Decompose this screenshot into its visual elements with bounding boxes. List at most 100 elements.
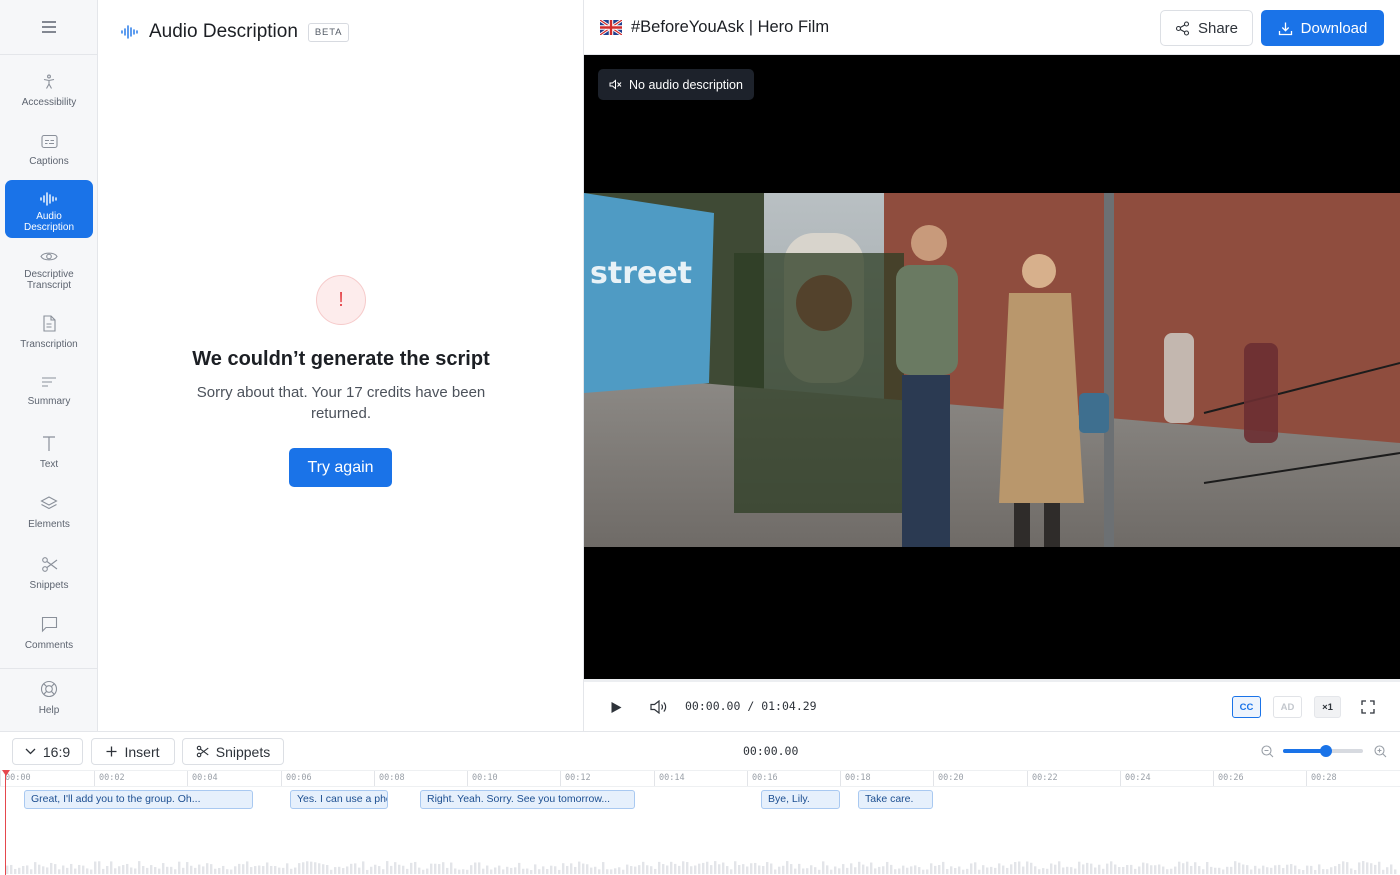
sidebar-item-captions[interactable]: Captions (5, 122, 93, 180)
snippets-button[interactable]: Snippets (182, 738, 284, 765)
sidebar-item-snippets[interactable]: Snippets (5, 544, 93, 602)
waveform-bar (1138, 866, 1141, 874)
caption-clip[interactable]: Right. Yeah. Sorry. See you tomorrow... (420, 790, 635, 809)
audio-description-toggle[interactable]: AD (1273, 696, 1302, 718)
video-player[interactable]: No audio description street (584, 55, 1400, 679)
waveform-bar (802, 868, 805, 874)
waveform-bar (454, 868, 457, 874)
sidebar-item-accessibility[interactable]: Accessibility (5, 62, 93, 120)
waveform-bar (898, 868, 901, 874)
error-title: We couldn’t generate the script (192, 348, 490, 370)
aspect-ratio-select[interactable]: 16:9 (12, 738, 83, 765)
waveform-bar (518, 862, 521, 874)
sidebar-item-summary[interactable]: Summary (5, 363, 93, 421)
waveform-bar (850, 863, 853, 874)
timeline: 16:9 Insert Snippets 00:00.00 00:00 00:0… (0, 731, 1400, 875)
waveform-bar (630, 866, 633, 874)
waveform-bar (866, 866, 869, 874)
sidebar-item-label: Descriptive Transcript (24, 269, 74, 291)
playback-speed[interactable]: ×1 (1314, 696, 1341, 718)
download-button[interactable]: Download (1261, 10, 1384, 46)
try-again-button[interactable]: Try again (289, 448, 392, 487)
waveform-bar (846, 867, 849, 874)
waveform-bar (290, 868, 293, 874)
waveform-bar (506, 866, 509, 874)
sidebar-item-descriptive-transcript[interactable]: Descriptive Transcript (5, 238, 93, 296)
caption-clip[interactable]: Yes. I can use a phone (290, 790, 388, 809)
error-message: Sorry about that. Your 17 credits have b… (196, 384, 486, 422)
waveform-bar (858, 861, 861, 874)
sidebar-item-label: Transcription (20, 339, 78, 350)
waveform-bar (782, 865, 785, 874)
waveform-bar (718, 864, 721, 874)
waveform-bar (1346, 862, 1349, 874)
waveform-bar (410, 862, 413, 874)
waveform-bar (758, 865, 761, 874)
text-icon (43, 436, 55, 451)
caption-clip[interactable]: Bye, Lily. (761, 790, 840, 809)
waveform-bar (214, 868, 217, 874)
play-button[interactable] (606, 697, 626, 717)
waveform-bar (306, 861, 309, 874)
sidebar-item-label: Snippets (29, 580, 69, 591)
playhead[interactable] (5, 770, 6, 875)
waveform-bar (74, 868, 77, 874)
playhead-handle[interactable] (2, 770, 10, 776)
caption-clip[interactable]: Take care. (858, 790, 933, 809)
waveform-bar (1030, 862, 1033, 874)
waveform-bar (710, 865, 713, 874)
caption-clip[interactable]: Great, I'll add you to the group. Oh... (24, 790, 253, 809)
waveform-bar (1350, 868, 1353, 874)
waveform-bar (286, 863, 289, 874)
waveform-bar (1038, 869, 1041, 874)
waveform-bar (1006, 867, 1009, 874)
waveform-bar (1386, 867, 1389, 874)
waveform-bar (606, 869, 609, 874)
sidebar-item-elements[interactable]: Elements (5, 484, 93, 542)
insert-button[interactable]: Insert (91, 738, 175, 765)
waveform-bar (326, 865, 329, 874)
waveform-bar (1218, 867, 1221, 874)
ruler-tick: 00:20 (933, 771, 964, 786)
ruler-tick: 00:18 (840, 771, 871, 786)
waveform-bar (122, 865, 125, 874)
waveform-bar (994, 867, 997, 874)
sidebar-item-transcription[interactable]: Transcription (5, 303, 93, 361)
zoom-in-button[interactable] (1372, 743, 1388, 759)
waveform-bar (954, 867, 957, 874)
current-time: 00:00.00 (685, 699, 741, 713)
time-ruler[interactable]: 00:00 00:02 00:04 00:06 00:08 00:10 00:1… (0, 770, 1400, 787)
captions-toggle[interactable]: CC (1232, 696, 1261, 718)
snippets-label: Snippets (215, 743, 271, 760)
waveform-bar (1118, 866, 1121, 874)
sidebar-item-help[interactable]: Help (5, 668, 93, 726)
waveform-bar (478, 862, 481, 874)
zoom-out-button[interactable] (1259, 743, 1275, 759)
waveform-bar (1318, 864, 1321, 874)
volume-button[interactable] (647, 697, 669, 717)
waveform-bar (1334, 866, 1337, 874)
share-button[interactable]: Share (1160, 10, 1253, 46)
waveform-bar (910, 866, 913, 874)
sidebar-item-text[interactable]: Text (5, 423, 93, 481)
menu-button[interactable] (0, 0, 98, 55)
fullscreen-button[interactable] (1358, 697, 1378, 717)
waveform-bar (1242, 864, 1245, 874)
waveform-bar (730, 869, 733, 874)
ruler-tick: 00:26 (1213, 771, 1244, 786)
project-header: #BeforeYouAsk | Hero Film Share Download (584, 0, 1400, 55)
sidebar-item-comments[interactable]: Comments (5, 604, 93, 662)
waveform-bar (190, 865, 193, 874)
zoom-slider[interactable] (1283, 745, 1363, 757)
waveform-bar (1254, 865, 1257, 874)
waveform-bar (274, 866, 277, 874)
sidebar-item-audio-description[interactable]: Audio Description (5, 180, 93, 238)
waveform-bar (390, 865, 393, 874)
waveform-bar (330, 869, 333, 874)
waveform-bar (1074, 868, 1077, 874)
waveform-bar (498, 865, 501, 874)
waveform-bar (790, 864, 793, 874)
waveform-bar (778, 866, 781, 874)
waveform-bar (522, 868, 525, 874)
waveform-bar (1150, 865, 1153, 874)
